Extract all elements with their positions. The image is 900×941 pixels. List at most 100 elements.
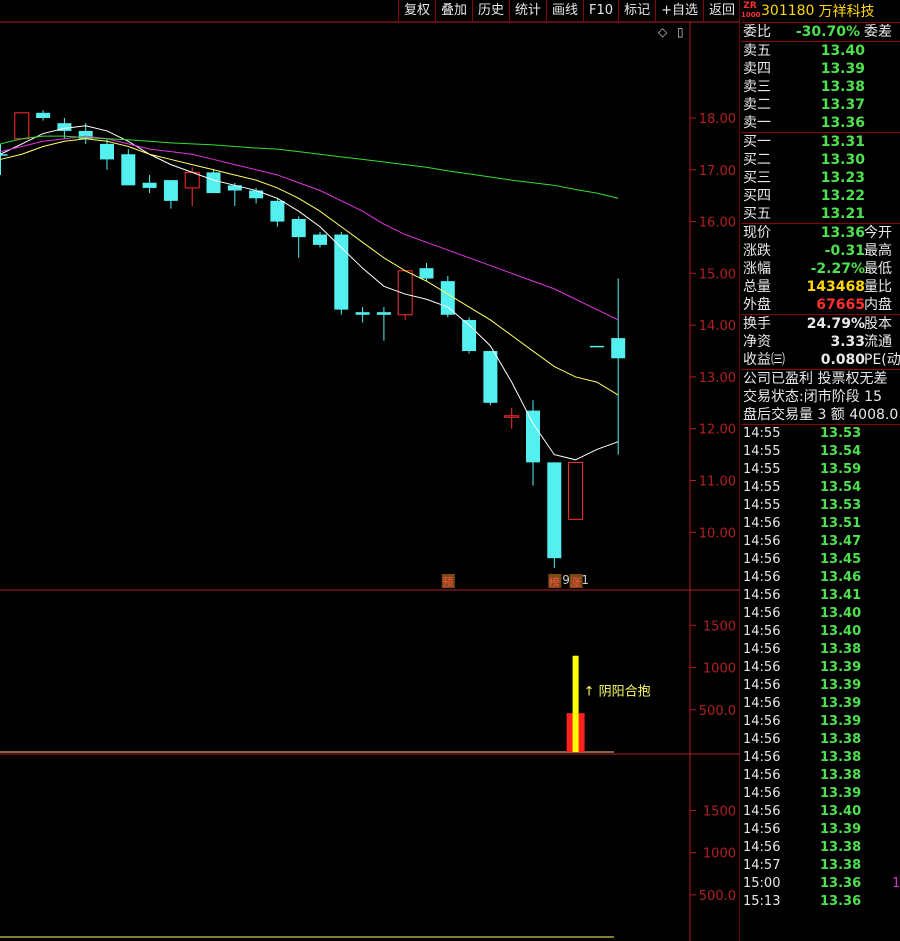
finance-stats: 换手 24.79% 股本 净资 3.33 流通 收益㈢ 0.080 PE(动 bbox=[741, 314, 900, 369]
tick-extra: 1 bbox=[892, 876, 900, 891]
candle-body bbox=[249, 190, 264, 199]
tick-row: 14:56 13.45 bbox=[741, 551, 900, 569]
tick-price: 13.39 bbox=[820, 678, 862, 693]
info-line: 公司已盈利 投票权无差 bbox=[741, 370, 900, 388]
ask-level-label: 卖五 bbox=[743, 43, 771, 59]
tick-row: 14:56 13.39 bbox=[741, 713, 900, 731]
tick-row: 15:00 13.36 1 bbox=[741, 875, 900, 893]
toolbar-button-3[interactable]: 统计 bbox=[509, 0, 546, 22]
finance-row-value: 3.33 bbox=[830, 334, 865, 350]
tick-row: 14:55 13.54 bbox=[741, 443, 900, 461]
quote-row-label: 涨幅 bbox=[743, 261, 771, 277]
tick-price: 13.54 bbox=[820, 480, 862, 495]
bid-level: 买二 13.30 bbox=[741, 151, 900, 169]
price-tick-label: 17.00 bbox=[699, 164, 736, 179]
event-marker: 涨 bbox=[570, 576, 581, 589]
tick-time: 14:56 bbox=[743, 696, 781, 711]
tick-time: 14:56 bbox=[743, 552, 781, 567]
tick-price: 13.38 bbox=[820, 858, 862, 873]
tick-time: 14:57 bbox=[743, 858, 781, 873]
finance-row-label2: 股本 bbox=[864, 316, 892, 332]
toolbar-button-4[interactable]: 画线 bbox=[546, 0, 583, 22]
tick-price: 13.39 bbox=[820, 696, 862, 711]
quote-row-label: 外盘 bbox=[743, 297, 771, 313]
tick-row: 14:55 13.53 bbox=[741, 425, 900, 443]
tick-price: 13.40 bbox=[820, 804, 862, 819]
kline-chart[interactable]: ◇ ▯ 18.00 17.00 16.00 15.00 14.00 13.00 12.00 11.… bbox=[0, 0, 740, 941]
toolbar-button-8[interactable]: 返回 bbox=[702, 0, 740, 22]
finance-row-value: 24.79% bbox=[806, 316, 865, 332]
candle-body bbox=[14, 112, 30, 140]
toolbar-button-0[interactable]: 复权 bbox=[397, 0, 435, 22]
weicha-label: 委差 bbox=[864, 24, 892, 40]
info-line: 交易状态:闭市阶段 15 bbox=[741, 388, 900, 406]
ask-level-value: 13.38 bbox=[820, 79, 865, 95]
ma-line bbox=[0, 138, 619, 396]
tick-price: 13.39 bbox=[820, 714, 862, 729]
tick-row: 14:56 13.46 bbox=[741, 569, 900, 587]
tick-time: 14:56 bbox=[743, 786, 781, 801]
tick-price: 13.51 bbox=[820, 516, 862, 531]
toolbar-button-6[interactable]: 标记 bbox=[618, 0, 655, 22]
tick-row: 14:56 13.38 bbox=[741, 641, 900, 659]
quote-row-label: 现价 bbox=[743, 225, 771, 241]
bid-level: 买三 13.23 bbox=[741, 169, 900, 187]
toolbar-button-1[interactable]: 叠加 bbox=[434, 0, 472, 22]
ma-line bbox=[0, 135, 619, 199]
tick-price: 13.54 bbox=[820, 444, 862, 459]
price-tick-label: 12.00 bbox=[699, 423, 736, 438]
tick-list[interactable]: 14:55 13.53 14:55 13.54 14:55 13.59 14:55 13.54… bbox=[741, 424, 900, 911]
price-tick-label: 15.00 bbox=[699, 267, 736, 282]
toolbar-button-5[interactable]: F10 bbox=[583, 0, 618, 22]
ask-level-label: 卖三 bbox=[743, 79, 771, 95]
tick-price: 13.47 bbox=[820, 534, 862, 549]
ask-level-label: 卖四 bbox=[743, 61, 771, 77]
tick-row: 15:13 13.36 bbox=[741, 893, 900, 911]
toolbar-button-2[interactable]: 历史 bbox=[471, 0, 509, 22]
finance-row-label: 换手 bbox=[743, 316, 771, 332]
bid-level-label: 买一 bbox=[743, 134, 771, 150]
tick-row: 14:56 13.39 bbox=[741, 821, 900, 839]
finance-row: 收益㈢ 0.080 PE(动 bbox=[741, 351, 900, 369]
tick-price: 13.38 bbox=[820, 768, 862, 783]
quote-row-label2: 最低 bbox=[864, 261, 892, 277]
weibi-label: 委比 bbox=[743, 24, 771, 40]
tick-price: 13.38 bbox=[820, 732, 862, 747]
ask-level-value: 13.37 bbox=[820, 97, 865, 113]
tick-time: 14:56 bbox=[743, 606, 781, 621]
stock-code[interactable]: 301180 bbox=[761, 3, 814, 19]
ask-level-value: 13.39 bbox=[820, 61, 865, 77]
zr-badge: ZR 1000 bbox=[741, 1, 761, 20]
tick-row: 14:56 13.38 bbox=[741, 839, 900, 857]
bid-level-label: 买四 bbox=[743, 188, 771, 204]
ask-level: 卖三 13.38 bbox=[741, 78, 900, 96]
tick-row: 14:56 13.47 bbox=[741, 533, 900, 551]
info-text: 公司已盈利 投票权无差 bbox=[743, 371, 888, 387]
tick-row: 14:56 13.39 bbox=[741, 677, 900, 695]
quote-row-label2: 今开 bbox=[864, 225, 892, 241]
event-marker: 榜 bbox=[549, 575, 560, 589]
tick-row: 14:56 13.39 bbox=[741, 785, 900, 803]
toggle-icon[interactable]: ▯ bbox=[677, 25, 684, 39]
tick-time: 14:56 bbox=[743, 822, 781, 837]
diamond-icon[interactable]: ◇ bbox=[658, 25, 668, 39]
bid-level: 买一 13.31 bbox=[741, 133, 900, 151]
quote-row-value: -0.31 bbox=[824, 243, 865, 259]
stock-name[interactable]: 万祥科技 bbox=[818, 1, 874, 21]
tick-price: 13.38 bbox=[820, 840, 862, 855]
candle-body bbox=[163, 180, 178, 201]
info-line: 盘后交易量 3 额 4008.0 bbox=[741, 406, 900, 424]
candle-body bbox=[547, 462, 562, 559]
bid-level: 买四 13.22 bbox=[741, 187, 900, 205]
quote-row: 涨幅 -2.27% 最低 bbox=[741, 260, 900, 278]
tick-time: 14:56 bbox=[743, 768, 781, 783]
tick-time: 14:56 bbox=[743, 570, 781, 585]
trade-info: 公司已盈利 投票权无差 交易状态:闭市阶段 15 盘后交易量 3 额 4008.0 bbox=[741, 369, 900, 424]
toolbar-button-7[interactable]: +自选 bbox=[655, 0, 703, 22]
candle-body bbox=[184, 171, 200, 189]
ask-level: 卖五 13.40 bbox=[741, 42, 900, 60]
tick-row: 14:56 13.38 bbox=[741, 767, 900, 785]
candle-body bbox=[334, 234, 349, 310]
candle-body bbox=[589, 345, 604, 348]
tick-row: 14:56 13.38 bbox=[741, 749, 900, 767]
